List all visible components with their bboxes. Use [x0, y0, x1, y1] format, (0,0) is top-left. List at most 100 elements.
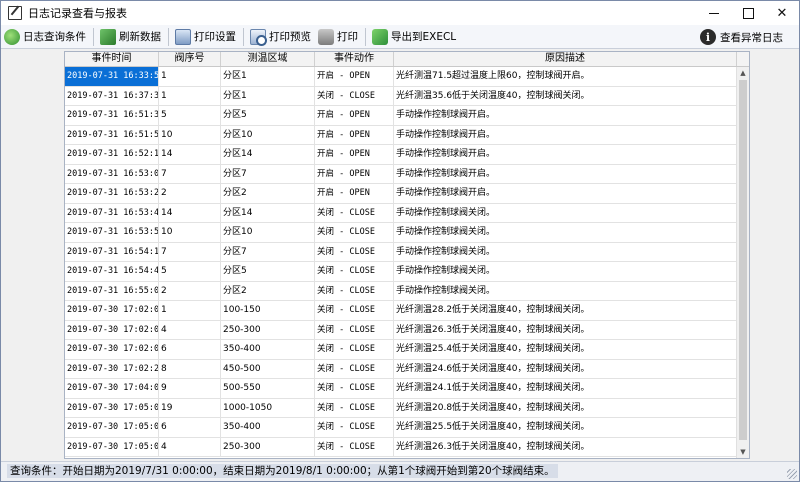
- cell-action[interactable]: 关闭 - CLOSE: [315, 203, 394, 222]
- cell-description[interactable]: 光纤测温28.2低于关闭温度40，控制球阀关闭。: [394, 301, 737, 320]
- cell-description[interactable]: 手动操作控制球阀关闭。: [394, 281, 737, 300]
- resize-grip-icon[interactable]: [787, 469, 797, 479]
- cell-action[interactable]: 关闭 - CLOSE: [315, 242, 394, 261]
- cell-event-time[interactable]: 2019-07-30 17:05:00: [65, 398, 159, 417]
- cell-event-time[interactable]: 2019-07-31 16:54:13: [65, 242, 159, 261]
- cell-description[interactable]: 手动操作控制球阀开启。: [394, 145, 737, 164]
- cell-action[interactable]: 关闭 - CLOSE: [315, 223, 394, 242]
- cell-valve-number[interactable]: 5: [159, 262, 221, 281]
- scroll-up-arrow-icon[interactable]: ▲: [737, 67, 749, 79]
- table-row[interactable]: 2019-07-31 16:51:59 10 分区10 开启 - OPEN 手动操作控制…: [65, 125, 737, 145]
- cell-description[interactable]: 光纤测温24.6低于关闭温度40，控制球阀关闭。: [394, 359, 737, 378]
- cell-description[interactable]: 手动操作控制球阀关闭。: [394, 242, 737, 261]
- export-excel-button[interactable]: 导出到EXECL: [369, 26, 460, 48]
- cell-valve-number[interactable]: 10: [159, 125, 221, 144]
- table-row[interactable]: 2019-07-31 16:53:42 14 分区14 关闭 - CLOSE 手动操作控…: [65, 203, 737, 223]
- cell-valve-number[interactable]: 1: [159, 86, 221, 105]
- column-header-event-time[interactable]: 事件时间: [65, 52, 159, 66]
- cell-zone[interactable]: 250-300: [221, 437, 315, 456]
- cell-event-time[interactable]: 2019-07-30 17:02:21: [65, 359, 159, 378]
- cell-valve-number[interactable]: 2: [159, 281, 221, 300]
- cell-event-time[interactable]: 2019-07-31 16:53:03: [65, 164, 159, 183]
- cell-description[interactable]: 手动操作控制球阀开启。: [394, 184, 737, 203]
- cell-action[interactable]: 关闭 - CLOSE: [315, 281, 394, 300]
- close-button[interactable]: ✕: [765, 1, 799, 25]
- table-row[interactable]: 2019-07-31 16:52:18 14 分区14 开启 - OPEN 手动操作控制…: [65, 145, 737, 165]
- column-header-zone[interactable]: 测温区域: [221, 52, 315, 66]
- cell-zone[interactable]: 分区2: [221, 281, 315, 300]
- cell-zone[interactable]: 500-550: [221, 379, 315, 398]
- cell-valve-number[interactable]: 8: [159, 359, 221, 378]
- table-row[interactable]: 2019-07-30 17:02:03 6 350-400 关闭 - CLOSE 光纤测…: [65, 340, 737, 360]
- cell-action[interactable]: 关闭 - CLOSE: [315, 418, 394, 437]
- cell-action[interactable]: 开启 - OPEN: [315, 67, 394, 86]
- cell-zone[interactable]: 分区10: [221, 125, 315, 144]
- cell-action[interactable]: 开启 - OPEN: [315, 106, 394, 125]
- cell-action[interactable]: 关闭 - CLOSE: [315, 320, 394, 339]
- cell-zone[interactable]: 分区1: [221, 67, 315, 86]
- print-setup-button[interactable]: 打印设置: [172, 26, 240, 48]
- query-conditions-button[interactable]: 日志查询条件: [1, 26, 90, 48]
- cell-action[interactable]: 开启 - OPEN: [315, 125, 394, 144]
- cell-event-time[interactable]: 2019-07-31 16:51:37: [65, 106, 159, 125]
- cell-event-time[interactable]: 2019-07-30 17:02:03: [65, 301, 159, 320]
- cell-zone[interactable]: 250-300: [221, 320, 315, 339]
- column-header-valve-number[interactable]: 阀序号: [159, 52, 221, 66]
- cell-zone[interactable]: 350-400: [221, 418, 315, 437]
- cell-action[interactable]: 关闭 - CLOSE: [315, 262, 394, 281]
- cell-valve-number[interactable]: 19: [159, 398, 221, 417]
- cell-valve-number[interactable]: 4: [159, 437, 221, 456]
- cell-event-time[interactable]: 2019-07-30 17:04:02: [65, 379, 159, 398]
- cell-valve-number[interactable]: 6: [159, 340, 221, 359]
- table-row[interactable]: 2019-07-31 16:33:58 1 分区1 开启 - OPEN 光纤测温71.5…: [65, 67, 737, 87]
- vertical-scrollbar[interactable]: ▲ ▼: [736, 67, 749, 458]
- cell-event-time[interactable]: 2019-07-31 16:52:18: [65, 145, 159, 164]
- column-header-action[interactable]: 事件动作: [315, 52, 394, 66]
- cell-description[interactable]: 手动操作控制球阀开启。: [394, 125, 737, 144]
- print-preview-button[interactable]: 打印预览: [247, 26, 315, 48]
- cell-description[interactable]: 光纤测温26.3低于关闭温度40，控制球阀关闭。: [394, 437, 737, 456]
- table-row[interactable]: 2019-07-30 17:02:03 4 250-300 关闭 - CLOSE 光纤测…: [65, 320, 737, 340]
- cell-description[interactable]: 手动操作控制球阀关闭。: [394, 223, 737, 242]
- table-row[interactable]: 2019-07-30 17:02:21 8 450-500 关闭 - CLOSE 光纤测…: [65, 359, 737, 379]
- cell-valve-number[interactable]: 1: [159, 67, 221, 86]
- table-row[interactable]: 2019-07-30 17:05:00 4 250-300 关闭 - CLOSE 光纤测…: [65, 437, 737, 457]
- cell-action[interactable]: 关闭 - CLOSE: [315, 86, 394, 105]
- cell-valve-number[interactable]: 1: [159, 301, 221, 320]
- cell-event-time[interactable]: 2019-07-31 16:53:20: [65, 184, 159, 203]
- table-row[interactable]: 2019-07-31 16:54:44 5 分区5 关闭 - CLOSE 手动操作控制球…: [65, 262, 737, 282]
- cell-event-time[interactable]: 2019-07-31 16:33:58: [65, 67, 159, 86]
- cell-valve-number[interactable]: 14: [159, 145, 221, 164]
- cell-zone[interactable]: 350-400: [221, 340, 315, 359]
- table-row[interactable]: 2019-07-31 16:53:20 2 分区2 开启 - OPEN 手动操作控制球阀…: [65, 184, 737, 204]
- table-row[interactable]: 2019-07-31 16:53:57 10 分区10 关闭 - CLOSE 手动操作控…: [65, 223, 737, 243]
- cell-description[interactable]: 光纤测温20.8低于关闭温度40，控制球阀关闭。: [394, 398, 737, 417]
- scroll-thumb[interactable]: [739, 80, 747, 440]
- cell-valve-number[interactable]: 4: [159, 320, 221, 339]
- table-row[interactable]: 2019-07-31 16:55:07 2 分区2 关闭 - CLOSE 手动操作控制球…: [65, 281, 737, 301]
- minimize-button[interactable]: [697, 1, 731, 25]
- cell-zone[interactable]: 分区2: [221, 184, 315, 203]
- cell-event-time[interactable]: 2019-07-31 16:53:42: [65, 203, 159, 222]
- column-header-description[interactable]: 原因描述: [394, 52, 737, 66]
- cell-action[interactable]: 关闭 - CLOSE: [315, 359, 394, 378]
- cell-description[interactable]: 光纤测温35.6低于关闭温度40，控制球阀关闭。: [394, 86, 737, 105]
- cell-description[interactable]: 光纤测温71.5超过温度上限60，控制球阀开启。: [394, 67, 737, 86]
- cell-valve-number[interactable]: 14: [159, 203, 221, 222]
- table-row[interactable]: 2019-07-30 17:04:02 9 500-550 关闭 - CLOSE 光纤测…: [65, 379, 737, 399]
- table-row[interactable]: 2019-07-30 17:05:00 6 350-400 关闭 - CLOSE 光纤测…: [65, 418, 737, 438]
- cell-description[interactable]: 手动操作控制球阀开启。: [394, 106, 737, 125]
- cell-zone[interactable]: 分区5: [221, 106, 315, 125]
- cell-description[interactable]: 光纤测温25.5低于关闭温度40，控制球阀关闭。: [394, 418, 737, 437]
- scroll-down-arrow-icon[interactable]: ▼: [737, 446, 749, 458]
- cell-zone[interactable]: 分区7: [221, 164, 315, 183]
- cell-description[interactable]: 手动操作控制球阀关闭。: [394, 262, 737, 281]
- cell-action[interactable]: 关闭 - CLOSE: [315, 340, 394, 359]
- cell-zone[interactable]: 分区14: [221, 145, 315, 164]
- table-row[interactable]: 2019-07-31 16:53:03 7 分区7 开启 - OPEN 手动操作控制球阀…: [65, 164, 737, 184]
- cell-zone[interactable]: 分区7: [221, 242, 315, 261]
- table-row[interactable]: 2019-07-31 16:51:37 5 分区5 开启 - OPEN 手动操作控制球阀…: [65, 106, 737, 126]
- cell-action[interactable]: 关闭 - CLOSE: [315, 301, 394, 320]
- cell-event-time[interactable]: 2019-07-30 17:05:00: [65, 418, 159, 437]
- table-row[interactable]: 2019-07-30 17:02:03 1 100-150 关闭 - CLOSE 光纤测…: [65, 301, 737, 321]
